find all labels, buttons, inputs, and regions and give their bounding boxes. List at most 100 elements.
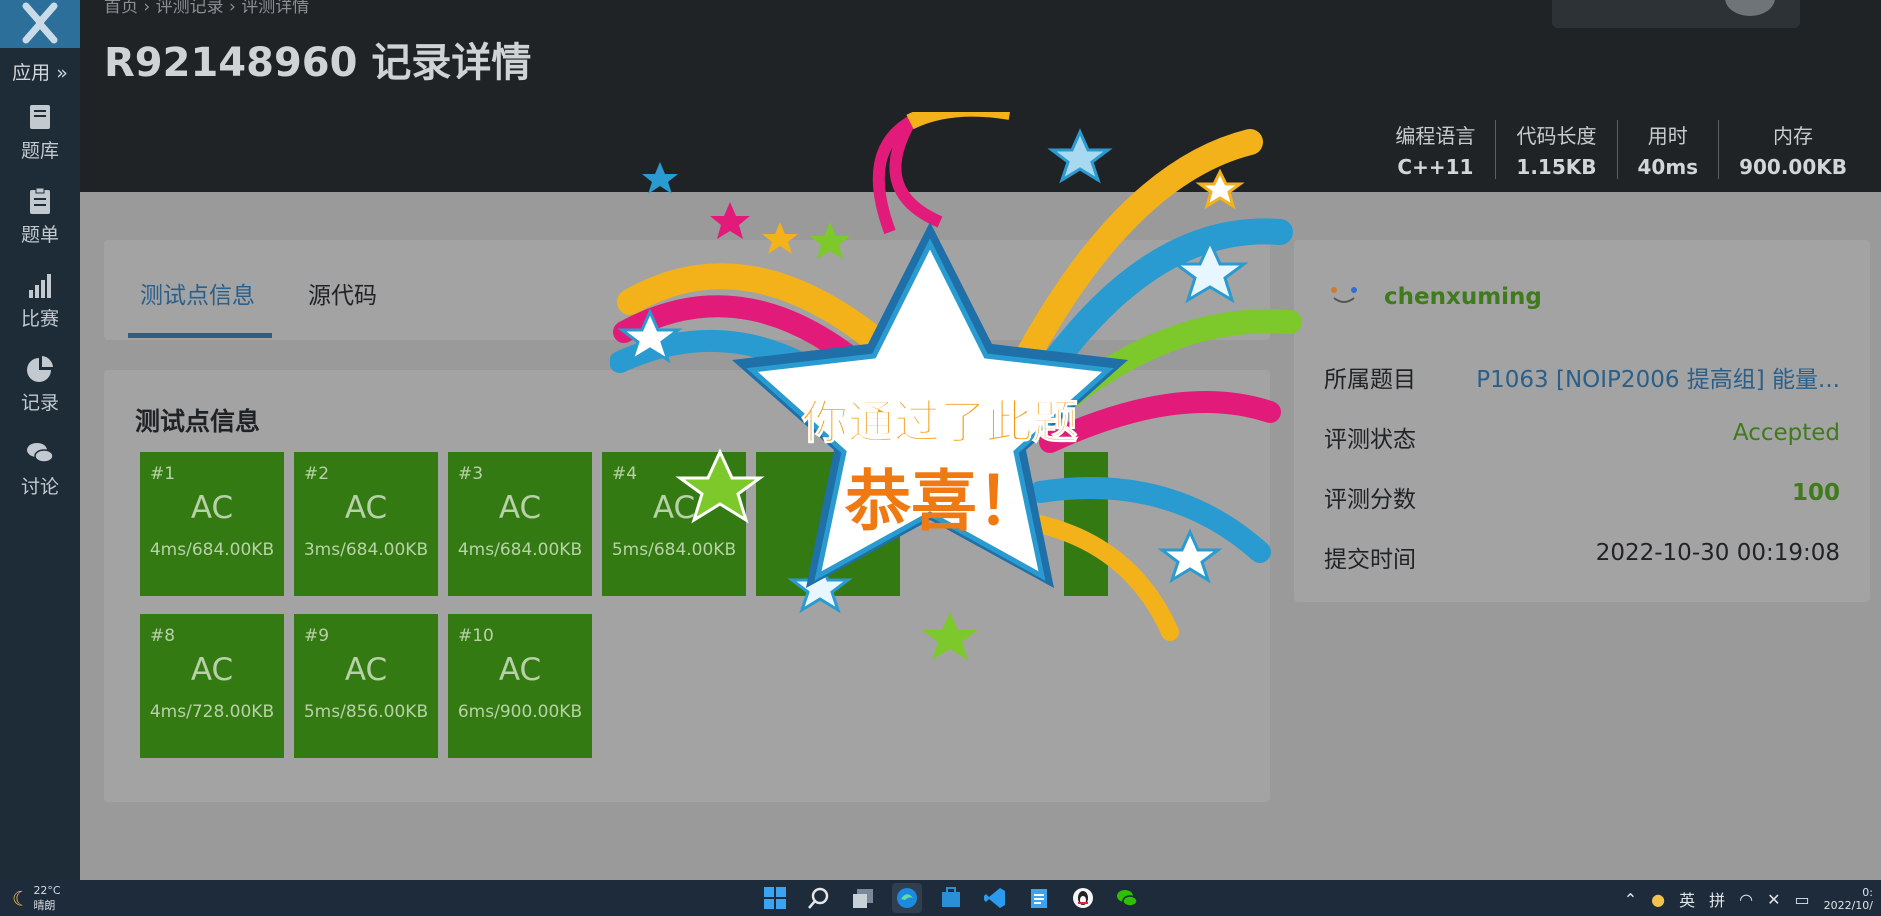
- sidebar-item-label: 题库: [20, 140, 59, 162]
- score-value: 100: [1791, 480, 1840, 506]
- clock-date: 2022/10/: [1823, 899, 1873, 912]
- testcase-id: #9: [304, 626, 330, 646]
- testcase-id: #8: [150, 626, 176, 646]
- battery-icon[interactable]: ▭: [1794, 890, 1809, 909]
- sidebar-item-label: 讨论: [20, 476, 59, 498]
- testcase-info: 6ms/900.00KB: [457, 702, 583, 722]
- logo-icon: [22, 2, 58, 44]
- stat-code-length: 代码长度 1.15KB: [1495, 120, 1616, 179]
- stat-time: 用时 40ms: [1616, 120, 1719, 179]
- testcase-tile[interactable]: #1 AC 4ms/684.00KB: [140, 452, 284, 596]
- store-icon[interactable]: [936, 883, 966, 913]
- testcase-info: 4ms/684.00KB: [149, 540, 275, 560]
- testcase-id: #3: [458, 464, 484, 484]
- record-info-card: chenxuming 所属题目 P1063 [NOIP2006 提高组] 能量.…: [1294, 240, 1870, 602]
- breadcrumb[interactable]: 首页 › 评测记录 › 评测详情: [104, 0, 309, 17]
- sidebar-item-records[interactable]: 记录: [0, 354, 80, 415]
- moon-icon: ☾: [12, 886, 30, 911]
- volume-mute-icon[interactable]: ✕: [1767, 890, 1780, 909]
- stat-key: 用时: [1647, 124, 1688, 148]
- info-key: 所属题目: [1324, 367, 1416, 393]
- logo[interactable]: [0, 0, 80, 48]
- page-title: R92148960 记录详情: [104, 40, 532, 86]
- testcase-id: #2: [304, 464, 330, 484]
- pie-chart-icon: [27, 356, 53, 382]
- testcase-tile[interactable]: #3 AC 4ms/684.00KB: [448, 452, 592, 596]
- info-key: 评测分数: [1324, 487, 1416, 513]
- sidebar-item-discuss[interactable]: 讨论: [0, 438, 80, 499]
- info-key: 评测状态: [1324, 427, 1416, 453]
- stat-language: 编程语言 C++11: [1375, 120, 1495, 179]
- stat-value: 1.15KB: [1516, 155, 1597, 179]
- wechat-icon[interactable]: [1112, 883, 1142, 913]
- stat-memory: 内存 900.00KB: [1718, 120, 1867, 179]
- testcase-info: 5ms/856.00KB: [303, 702, 429, 722]
- testcase-status: AC: [498, 490, 542, 526]
- celebration-text-congrats: 恭喜！: [844, 463, 1043, 540]
- sidebar: 应用 » 题库 题单 比赛 记录 讨论: [0, 0, 80, 880]
- problem-link[interactable]: P1063 [NOIP2006 提高组] 能量...: [1476, 360, 1840, 394]
- apps-menu[interactable]: 应用 »: [0, 58, 80, 85]
- testcase-tile[interactable]: #9 AC 5ms/856.00KB: [294, 614, 438, 758]
- ime-mode[interactable]: 拼: [1709, 887, 1725, 911]
- sidebar-item-label: 题单: [20, 224, 59, 246]
- active-tab-indicator: [128, 333, 272, 338]
- section-title: 测试点信息: [135, 407, 261, 436]
- testcase-info: 3ms/684.00KB: [303, 540, 429, 560]
- time-value: 2022-10-30 00:19:08: [1595, 540, 1840, 566]
- celebration-star-overlay[interactable]: 你通过了此题 恭喜！: [610, 112, 1310, 692]
- tab-testcases[interactable]: 测试点信息: [140, 276, 255, 310]
- qq-penguin-icon[interactable]: [1068, 883, 1098, 913]
- user-avatar-icon[interactable]: [1326, 282, 1362, 306]
- sidebar-item-label: 记录: [20, 392, 59, 414]
- wifi-icon[interactable]: ◠: [1739, 890, 1753, 909]
- stat-key: 编程语言: [1395, 124, 1476, 148]
- testcase-tile[interactable]: #8 AC 4ms/728.00KB: [140, 614, 284, 758]
- user-name-link[interactable]: chenxuming: [1384, 284, 1542, 310]
- sidebar-item-problems[interactable]: 题库: [0, 102, 80, 163]
- record-stats: 编程语言 C++11 代码长度 1.15KB 用时 40ms 内存 900.00…: [1375, 120, 1867, 179]
- testcase-id: #1: [150, 464, 176, 484]
- windows-start-icon[interactable]: [760, 883, 790, 913]
- ime-language[interactable]: 英: [1679, 887, 1695, 911]
- signal-bars-icon: [29, 274, 51, 298]
- status-value: Accepted: [1732, 420, 1840, 446]
- clock[interactable]: 0: 2022/10/: [1824, 886, 1873, 912]
- celebration-text-passed: 你通过了此题: [801, 395, 1078, 449]
- stat-value: C++11: [1397, 155, 1474, 179]
- clipboard-icon: [30, 187, 50, 214]
- weather-text: 晴朗: [33, 899, 56, 912]
- vscode-icon[interactable]: [980, 883, 1010, 913]
- stat-value: 40ms: [1637, 155, 1699, 179]
- testcase-status: AC: [344, 490, 388, 526]
- notepad-icon[interactable]: [1024, 883, 1054, 913]
- sidebar-item-label: 比赛: [20, 308, 59, 330]
- taskbar: ☾ 22°C 晴朗 ⌃ ● 英 拼 ◠ ✕ ▭ 0: 2022/10/: [0, 880, 1881, 916]
- testcase-info: 4ms/728.00KB: [149, 702, 275, 722]
- sidebar-item-problem-lists[interactable]: 题单: [0, 186, 80, 247]
- testcase-tile[interactable]: #2 AC 3ms/684.00KB: [294, 452, 438, 596]
- sidebar-item-contests[interactable]: 比赛: [0, 270, 80, 331]
- testcase-status: AC: [344, 652, 388, 688]
- tab-source-code[interactable]: 源代码: [308, 276, 377, 310]
- system-tray: ⌃ ● 英 拼 ◠ ✕ ▭ 0: 2022/10/: [1624, 886, 1873, 912]
- task-view-icon[interactable]: [848, 883, 878, 913]
- search-icon[interactable]: [804, 883, 834, 913]
- clock-time: 0:: [1862, 886, 1873, 899]
- taskbar-apps: [760, 883, 1142, 913]
- testcase-status: AC: [190, 652, 234, 688]
- qq-tray-icon[interactable]: ●: [1651, 890, 1665, 909]
- testcase-status: AC: [190, 490, 234, 526]
- testcase-status: AC: [498, 652, 542, 688]
- info-key: 提交时间: [1324, 547, 1416, 573]
- stat-value: 900.00KB: [1739, 155, 1847, 179]
- chevron-up-icon[interactable]: ⌃: [1624, 890, 1637, 909]
- weather-widget[interactable]: ☾ 22°C 晴朗: [12, 884, 61, 913]
- testcase-tile[interactable]: #10 AC 6ms/900.00KB: [448, 614, 592, 758]
- edge-browser-icon[interactable]: [892, 883, 922, 913]
- testcase-id: #10: [458, 626, 494, 646]
- ribbon-yellow: [906, 112, 1010, 130]
- stat-key: 代码长度: [1516, 124, 1597, 148]
- temperature: 22°C: [33, 884, 61, 897]
- book-icon: [30, 105, 50, 129]
